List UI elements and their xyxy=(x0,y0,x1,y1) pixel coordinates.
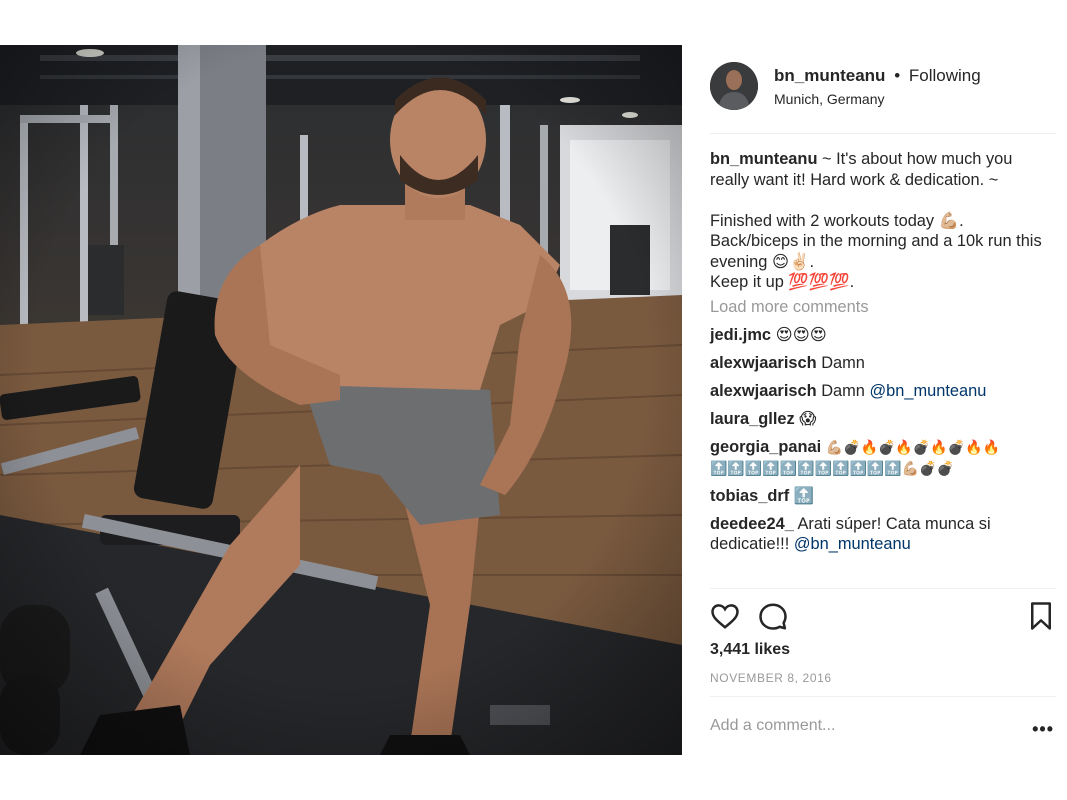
post-header: bn_munteanu • Following Munich, Germany xyxy=(710,60,1056,134)
comments-section: bn_munteanu ~ It's about how much you re… xyxy=(710,149,1050,562)
post-date: NOVEMBER 8, 2016 xyxy=(710,671,832,685)
comment-item: jedi.jmc 😍😍😍 xyxy=(710,325,1050,346)
comment-item: tobias_drf 🔝 xyxy=(710,486,1050,507)
like-button[interactable] xyxy=(710,601,740,631)
comment-text: 😍😍😍 xyxy=(775,326,827,344)
post-caption: bn_munteanu ~ It's about how much you re… xyxy=(710,149,1050,293)
more-options-button[interactable]: ••• xyxy=(1032,719,1054,740)
comment-username[interactable]: jedi.jmc xyxy=(710,326,771,344)
comment-item: alexwjaarisch Damn xyxy=(710,353,1050,374)
comment-text: Damn xyxy=(821,382,870,400)
comment-text: 😱 xyxy=(799,410,817,428)
comment-mention[interactable]: @bn_munteanu xyxy=(794,535,911,553)
instagram-post: bn_munteanu • Following Munich, Germany … xyxy=(0,45,1067,755)
load-more-comments-button[interactable]: Load more comments xyxy=(710,297,1050,318)
caption-line-4: Keep it up 💯💯💯. xyxy=(710,273,855,291)
caption-line-2: Finished with 2 workouts today 💪🏼. xyxy=(710,211,964,230)
comment-username[interactable]: laura_gllez xyxy=(710,410,795,428)
following-button[interactable]: Following xyxy=(909,66,981,85)
comment-item: laura_gllez 😱 xyxy=(710,409,1050,430)
gym-photo-illustration xyxy=(0,45,682,755)
caption-line-3: Back/biceps in the morning and a 10k run… xyxy=(710,232,1042,271)
post-actions: 3,441 likes NOVEMBER 8, 2016 ••• xyxy=(710,588,1056,739)
location-link[interactable]: Munich, Germany xyxy=(774,91,884,107)
comment-username[interactable]: alexwjaarisch xyxy=(710,382,817,400)
caption-username[interactable]: bn_munteanu xyxy=(710,150,817,168)
add-comment-input[interactable] xyxy=(710,717,1010,735)
comment-text: 🔝 xyxy=(793,486,815,505)
add-comment-bar: ••• xyxy=(710,696,1056,754)
caption-line-1: bn_munteanu ~ It's about how much you re… xyxy=(710,149,1050,190)
avatar[interactable] xyxy=(710,62,758,110)
comment-button[interactable] xyxy=(758,601,788,631)
comment-item: deedee24_ Arati súper! Cata munca si ded… xyxy=(710,514,1050,555)
save-button[interactable] xyxy=(1026,601,1056,631)
comment-mention[interactable]: @bn_munteanu xyxy=(869,382,986,400)
header-separator: • xyxy=(894,66,901,85)
likes-count[interactable]: 3,441 likes xyxy=(710,641,790,659)
comment-bubble-icon xyxy=(759,603,787,630)
avatar-photo-icon xyxy=(710,62,758,110)
comment-username[interactable]: georgia_panai xyxy=(710,438,821,456)
comment-username[interactable]: alexwjaarisch xyxy=(710,354,817,372)
heart-icon xyxy=(711,604,739,629)
header-username-line: bn_munteanu • Following xyxy=(774,66,981,86)
comment-username[interactable]: tobias_drf xyxy=(710,487,789,505)
comment-text: Damn xyxy=(821,354,865,372)
bookmark-icon xyxy=(1031,602,1051,630)
comment-item: alexwjaarisch Damn @bn_munteanu xyxy=(710,381,1050,402)
post-sidebar: bn_munteanu • Following Munich, Germany … xyxy=(682,45,1067,755)
header-username[interactable]: bn_munteanu xyxy=(774,66,885,85)
comment-username[interactable]: deedee24_ xyxy=(710,515,794,533)
post-photo[interactable] xyxy=(0,45,682,755)
comment-item: georgia_panai 💪🏼💣🔥💣🔥💣🔥💣🔥🔥 🔝🔝🔝🔝🔝🔝🔝🔝🔝🔝🔝💪🏼💣… xyxy=(710,437,1050,478)
